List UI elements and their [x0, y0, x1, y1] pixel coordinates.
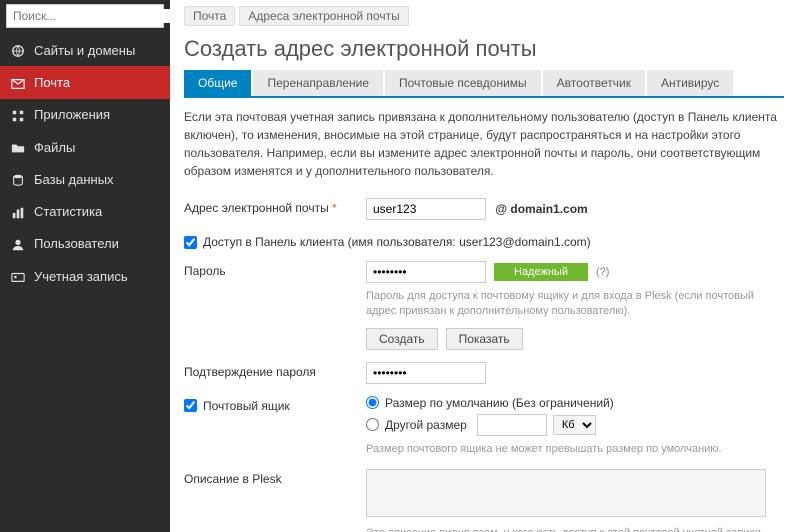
info-text: Если эта почтовая учетная запись привяза…: [170, 108, 798, 192]
row-access: Доступ в Панель клиента (имя пользовател…: [170, 226, 798, 255]
sidebar-item-sites[interactable]: Сайты и домены: [0, 34, 170, 66]
user-icon: [10, 236, 26, 252]
password-hint: Пароль для доступа к почтовому ящику и д…: [366, 289, 784, 320]
row-email: Адрес электронной почты * @ domain1.com: [170, 192, 798, 226]
email-domain: @ domain1.com: [495, 202, 587, 216]
sidebar-item-label: Учетная запись: [34, 269, 128, 284]
password-help-icon[interactable]: (?): [596, 266, 609, 278]
size-other-radio[interactable]: [366, 418, 379, 431]
sidebar-item-label: Сайты и домены: [34, 43, 135, 58]
mailbox-checkbox[interactable]: [184, 399, 197, 412]
row-password: Пароль Надежный (?) Пароль для доступа к…: [170, 255, 798, 356]
sidebar: Сайты и домены Почта Приложения Файлы Ба…: [0, 0, 170, 532]
tab-general[interactable]: Общие: [184, 70, 251, 96]
tab-autoresponder[interactable]: Автоответчик: [543, 70, 645, 96]
page-title: Создать адрес электронной почты: [170, 32, 798, 70]
sidebar-item-files[interactable]: Файлы: [0, 131, 170, 163]
database-icon: [10, 171, 26, 187]
sidebar-item-databases[interactable]: Базы данных: [0, 163, 170, 195]
mail-icon: [10, 74, 26, 90]
sidebar-item-label: Файлы: [34, 140, 75, 155]
breadcrumb: Почта Адреса электронной почты: [170, 0, 798, 32]
confirm-label: Подтверждение пароля: [184, 362, 354, 379]
tab-forwarding[interactable]: Перенаправление: [253, 70, 383, 96]
chart-icon: [10, 203, 26, 219]
sidebar-item-apps[interactable]: Приложения: [0, 99, 170, 131]
sidebar-item-label: Базы данных: [34, 172, 114, 187]
breadcrumb-item[interactable]: Адреса электронной почты: [239, 6, 408, 26]
tab-antivirus[interactable]: Антивирус: [647, 70, 733, 96]
confirm-input[interactable]: [366, 362, 486, 384]
card-icon: [10, 268, 26, 284]
password-label: Пароль: [184, 261, 354, 278]
desc-textarea[interactable]: [366, 469, 766, 517]
size-input[interactable]: [477, 414, 547, 436]
globe-icon: [10, 42, 26, 58]
size-other-label: Другой размер: [385, 418, 467, 432]
row-confirm: Подтверждение пароля: [170, 356, 798, 390]
sidebar-item-users[interactable]: Пользователи: [0, 228, 170, 260]
sidebar-item-label: Почта: [34, 75, 70, 90]
row-mailbox: Почтовый ящик Размер по умолчанию (Без о…: [170, 390, 798, 463]
search-input[interactable]: [7, 9, 174, 23]
email-label: Адрес электронной почты *: [184, 198, 354, 215]
access-label: Доступ в Панель клиента (имя пользовател…: [203, 235, 591, 249]
size-default-label: Размер по умолчанию (Без ограничений): [385, 396, 614, 410]
search-box: [6, 4, 164, 28]
tabs: Общие Перенаправление Почтовые псевдоним…: [184, 70, 784, 98]
sidebar-item-stats[interactable]: Статистика: [0, 195, 170, 227]
main-content: Почта Адреса электронной почты Создать а…: [170, 0, 798, 532]
size-default-radio[interactable]: [366, 396, 379, 409]
folder-icon: [10, 139, 26, 155]
email-input[interactable]: [366, 198, 486, 220]
password-strength: Надежный: [494, 263, 588, 281]
access-checkbox[interactable]: [184, 236, 197, 249]
desc-hint: Это описание видно всем, у кого есть дос…: [366, 526, 784, 532]
generate-button[interactable]: Создать: [366, 328, 438, 350]
tab-aliases[interactable]: Почтовые псевдонимы: [385, 70, 541, 96]
mailbox-label: Почтовый ящик: [203, 399, 290, 413]
sidebar-item-label: Приложения: [34, 107, 110, 122]
sidebar-item-mail[interactable]: Почта: [0, 66, 170, 98]
breadcrumb-item[interactable]: Почта: [184, 6, 235, 26]
row-description: Описание в Plesk Это описание видно всем…: [170, 463, 798, 532]
sidebar-item-label: Статистика: [34, 204, 102, 219]
show-button[interactable]: Показать: [446, 328, 523, 350]
apps-icon: [10, 107, 26, 123]
size-hint: Размер почтового ящика не может превышат…: [366, 442, 784, 457]
password-input[interactable]: [366, 261, 486, 283]
size-unit-select[interactable]: Кб: [553, 415, 596, 435]
sidebar-item-label: Пользователи: [34, 236, 119, 251]
sidebar-item-account[interactable]: Учетная запись: [0, 260, 170, 292]
desc-label: Описание в Plesk: [184, 469, 354, 486]
